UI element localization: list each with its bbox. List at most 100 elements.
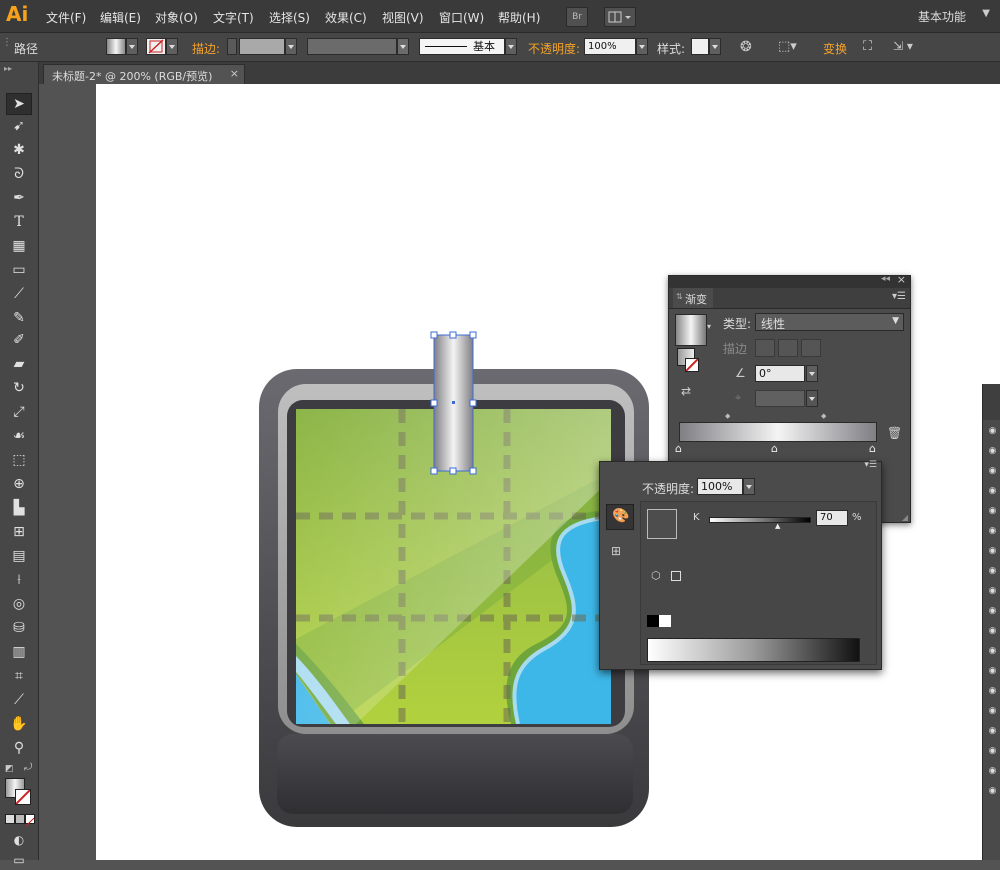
gradient-slider[interactable] — [679, 422, 877, 442]
gradient-stop-right[interactable]: ⌂ — [869, 442, 876, 455]
menu-window[interactable]: 窗口(W) — [439, 9, 484, 26]
layers-panel-header[interactable] — [983, 384, 1000, 420]
stroke-swatch[interactable] — [146, 38, 166, 55]
slice-tool-icon[interactable]: ⟋ — [7, 690, 31, 710]
direct-selection-tool-icon[interactable]: ➹ — [7, 116, 31, 136]
type-tool-icon[interactable]: T — [7, 212, 31, 232]
midpoint-diamond-left[interactable]: ◆ — [725, 412, 730, 420]
white-swatch[interactable] — [659, 615, 671, 627]
gradient-type-select[interactable]: 线性 ▼ — [755, 313, 904, 331]
artboard-tool-icon[interactable]: ⌗ — [7, 666, 31, 686]
isolate-icon[interactable]: ⛶ — [863, 39, 872, 54]
channel-k-slider-thumb[interactable]: ▲ — [775, 522, 780, 530]
menu-help[interactable]: 帮助(H) — [498, 9, 540, 26]
visibility-eye-icon[interactable]: ◉ — [987, 746, 998, 757]
visibility-eye-icon[interactable]: ◉ — [987, 646, 998, 657]
menu-object[interactable]: 对象(O) — [155, 9, 198, 26]
gradient-stop-left[interactable]: ⌂ — [675, 442, 682, 455]
stroke-gradient-along-button[interactable] — [778, 339, 798, 357]
visibility-eye-icon[interactable]: ◉ — [987, 726, 998, 737]
gradient-angle-dropdown[interactable] — [806, 365, 818, 382]
visibility-eye-icon[interactable]: ◉ — [987, 786, 998, 797]
channel-k-slider[interactable] — [709, 517, 811, 523]
selection-tool-icon[interactable]: ➤ — [7, 94, 31, 114]
color-spectrum-ramp[interactable] — [647, 638, 860, 662]
visibility-eye-icon[interactable]: ◉ — [987, 766, 998, 777]
trash-icon[interactable]: 🗑 — [887, 426, 902, 440]
stroke-gradient-across-button[interactable] — [801, 339, 821, 357]
workspace-switcher[interactable]: 基本功能 — [918, 8, 966, 25]
close-panel-icon[interactable]: × — [897, 273, 906, 286]
eraser-tool-icon[interactable]: ▰ — [7, 354, 31, 374]
visibility-eye-icon[interactable]: ◉ — [987, 666, 998, 677]
swatches-grid-icon[interactable]: ⊞ — [611, 544, 621, 558]
perspective-grid-tool-icon[interactable]: ▙ — [7, 498, 31, 518]
visibility-eye-icon[interactable]: ◉ — [987, 586, 998, 597]
stroke-dropdown[interactable] — [166, 38, 178, 55]
panel-title-bar[interactable]: ◂◂ × — [669, 273, 910, 288]
web-safe-color-box[interactable] — [671, 571, 681, 581]
workspace-dropdown-icon[interactable]: ▼ — [982, 8, 990, 19]
gradient-preset-dropdown-icon[interactable]: ▾ — [707, 322, 711, 331]
shape-builder-tool-icon[interactable]: ⊕ — [7, 474, 31, 494]
recolor-artwork-icon[interactable]: ❂ — [740, 39, 752, 55]
visibility-eye-icon[interactable]: ◉ — [987, 526, 998, 537]
menu-edit[interactable]: 编辑(E) — [100, 9, 141, 26]
menu-view[interactable]: 视图(V) — [382, 9, 424, 26]
current-color-box[interactable] — [647, 509, 677, 539]
gradient-preview-swatch[interactable] — [675, 314, 707, 346]
gradient-stop-middle[interactable]: ⌂ — [771, 442, 778, 455]
symbol-sprayer-tool-icon[interactable]: ⛁ — [7, 618, 31, 638]
swap-colors-icon[interactable]: ⤾ — [24, 762, 32, 773]
channel-k-input[interactable]: 70 — [816, 510, 848, 526]
collapse-toolbar-icon[interactable]: ▸▸ — [4, 64, 12, 73]
visibility-eye-icon[interactable]: ◉ — [987, 486, 998, 497]
menu-file[interactable]: 文件(F) — [46, 9, 86, 26]
column-graph-tool-icon[interactable]: ▥ — [7, 642, 31, 662]
free-transform-tool-icon[interactable]: ⬚ — [7, 450, 31, 470]
visibility-eye-icon[interactable]: ◉ — [987, 626, 998, 637]
out-of-gamut-cube-icon[interactable]: ⬡ — [651, 569, 661, 582]
default-colors-icon[interactable]: ◩ — [5, 764, 14, 774]
control-bar-menu-icon[interactable]: ⇲ ▾ — [893, 39, 913, 53]
stroke-weight-dropdown[interactable] — [285, 38, 297, 55]
gradient-aspect-input[interactable] — [755, 390, 805, 407]
pen-tool-icon[interactable]: ✒ — [7, 188, 31, 208]
variable-width-profile[interactable] — [307, 38, 397, 55]
graphic-style-swatch[interactable] — [691, 38, 709, 55]
visibility-eye-icon[interactable]: ◉ — [987, 686, 998, 697]
visibility-eye-icon[interactable]: ◉ — [987, 546, 998, 557]
gradient-stroke-box[interactable] — [685, 358, 699, 372]
collapse-panel-icon[interactable]: ◂◂ — [881, 274, 890, 284]
brush-dropdown[interactable] — [505, 38, 517, 55]
brush-definition[interactable]: 基本 — [419, 38, 505, 55]
stroke-weight-stepper[interactable] — [227, 38, 237, 55]
gradient-tool-icon[interactable]: ▤ — [7, 546, 31, 566]
arrange-documents-button[interactable] — [604, 7, 636, 27]
gradient-aspect-dropdown[interactable] — [806, 390, 818, 407]
menu-type[interactable]: 文字(T) — [213, 9, 254, 26]
opacity-dropdown[interactable] — [636, 38, 648, 55]
none-mode-icon[interactable] — [25, 814, 35, 827]
visibility-eye-icon[interactable]: ◉ — [987, 506, 998, 517]
menu-select[interactable]: 选择(S) — [269, 9, 310, 26]
magic-wand-tool-icon[interactable]: ✱ — [7, 140, 31, 160]
hand-tool-icon[interactable]: ✋ — [7, 714, 31, 734]
stroke-gradient-within-button[interactable] — [755, 339, 775, 357]
visibility-eye-icon[interactable]: ◉ — [987, 426, 998, 437]
tab-gradient[interactable]: ⇅ 渐变 — [673, 288, 713, 308]
visibility-eye-icon[interactable]: ◉ — [987, 446, 998, 457]
transparency-opacity-input[interactable]: 100% — [697, 478, 743, 495]
midpoint-diamond-right[interactable]: ◆ — [821, 412, 826, 420]
warp-tool-icon[interactable]: ☙ — [7, 426, 31, 446]
rectangle-tool-icon[interactable]: ▭ — [7, 260, 31, 280]
visibility-eye-icon[interactable]: ◉ — [987, 706, 998, 717]
visibility-eye-icon[interactable]: ◉ — [987, 606, 998, 617]
bridge-button[interactable]: Br — [566, 7, 588, 27]
graphic-style-dropdown[interactable] — [709, 38, 721, 55]
stroke-weight-input[interactable] — [239, 38, 285, 55]
mesh-tool-icon[interactable]: ⊞ — [7, 522, 31, 542]
rotate-tool-icon[interactable]: ↻ — [7, 378, 31, 398]
close-icon[interactable]: × — [230, 67, 239, 80]
gradient-mode-icon[interactable] — [15, 814, 25, 824]
